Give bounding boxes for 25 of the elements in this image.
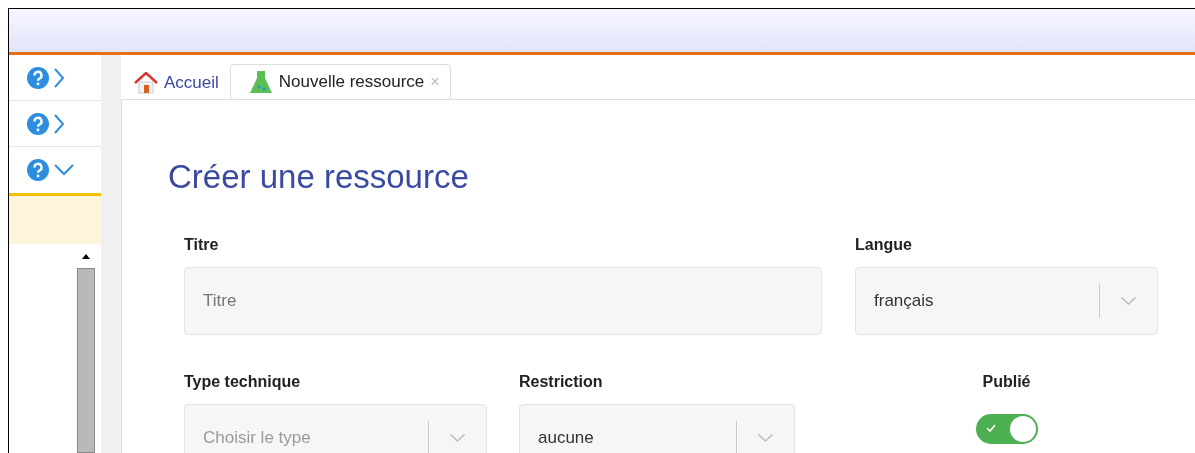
flask-icon: [248, 70, 273, 94]
chevron-right-icon[interactable]: [53, 66, 65, 89]
field-label: Langue: [855, 236, 913, 254]
chevron-down-icon: [758, 434, 773, 442]
field-label: Publié: [982, 373, 1031, 391]
tab[interactable]: Nouvelle ressource ×: [229, 64, 451, 100]
scroll-up-arrow-icon[interactable]: [81, 252, 91, 260]
tab[interactable]: Accueil: [123, 65, 230, 99]
title-input[interactable]: Titre: [184, 267, 822, 335]
field-label: Type technique: [184, 373, 302, 391]
checkmark-icon: [985, 423, 996, 433]
field-label: Titre: [184, 236, 220, 254]
chevron-right-icon[interactable]: [53, 112, 65, 135]
select-field[interactable]: français: [855, 267, 1158, 335]
house-icon: [134, 71, 158, 94]
help-icon[interactable]: [27, 159, 49, 181]
page-heading: Créer une ressource: [168, 158, 470, 196]
select-field[interactable]: aucune: [519, 404, 795, 453]
help-icon[interactable]: [27, 112, 49, 135]
chevron-down-icon: [450, 434, 465, 442]
field-label: Restriction: [519, 373, 604, 391]
chevron-down-icon[interactable]: [53, 163, 75, 177]
toggle-switch[interactable]: [975, 414, 1038, 444]
help-icon[interactable]: [27, 66, 49, 89]
chevron-down-icon: [1121, 297, 1136, 305]
